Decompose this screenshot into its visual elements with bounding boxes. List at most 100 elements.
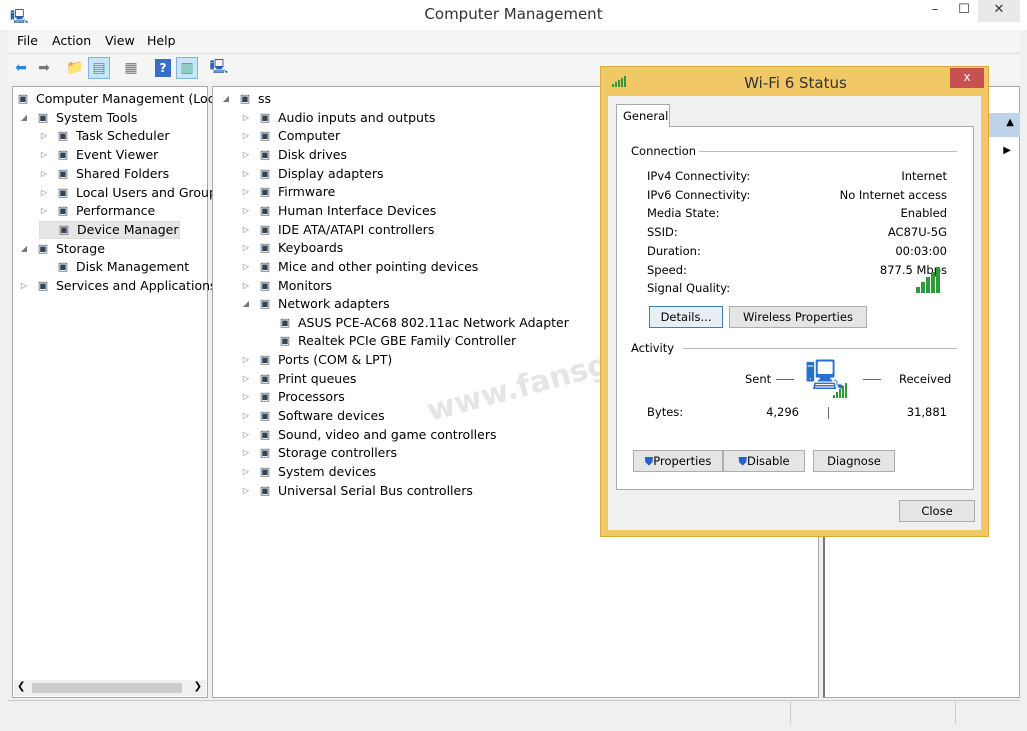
properties-button[interactable]: ⛊Properties (633, 450, 723, 472)
diagnose-button[interactable]: Diagnose (813, 450, 895, 472)
devices-item[interactable]: ▷ ▣ Display adapters (241, 165, 384, 183)
devices-item[interactable]: ▷ ▣ Universal Serial Bus controllers (241, 482, 473, 500)
expand-arrow-icon[interactable]: ▷ (241, 258, 251, 276)
collapse-arrow-icon[interactable]: ◢ (19, 240, 29, 258)
menu-help[interactable]: Help (147, 33, 176, 48)
devices-item[interactable]: ▷ ▣ Sound, video and game controllers (241, 426, 497, 444)
item-label: System devices (278, 464, 377, 479)
devices-item[interactable]: ▷ ▣ Keyboards (241, 239, 343, 257)
more-actions-arrow-icon[interactable]: ▶ (1003, 145, 1011, 156)
expand-arrow-icon[interactable]: ▷ (241, 426, 251, 444)
wireless-properties-button[interactable]: Wireless Properties (729, 306, 867, 328)
devices-item[interactable]: ▷ ▣ Firmware (241, 183, 335, 201)
horizontal-scrollbar[interactable]: ❮ ❯ (14, 680, 206, 696)
tree-item[interactable]: ▷ ▣ Shared Folders (39, 165, 169, 183)
dialog-close-button[interactable]: x (950, 68, 984, 88)
bytes-received-value: 31,881 (906, 405, 947, 419)
tree-item[interactable]: ▷ ▣ Event Viewer (39, 146, 158, 164)
scan-hardware-icon[interactable]: 🖳 (208, 57, 230, 79)
devices-item[interactable]: ▣ Realtek PCIe GBE Family Controller (261, 332, 516, 350)
menu-file[interactable]: File (17, 33, 38, 48)
devices-item[interactable]: ▷ ▣ Storage controllers (241, 444, 397, 462)
devices-item[interactable]: ◢ ▣ ss (221, 90, 271, 108)
dialog-close-text-button[interactable]: Close (899, 500, 975, 522)
expand-arrow-icon[interactable]: ▷ (241, 221, 251, 239)
expand-arrow-icon[interactable]: ▷ (241, 109, 251, 127)
devices-item[interactable]: ▷ ▣ Audio inputs and outputs (241, 109, 435, 127)
tree-item[interactable]: ◢ ▣ System Tools (19, 109, 137, 127)
collapse-arrow-icon[interactable]: ◢ (221, 90, 231, 108)
tab-general[interactable]: General (616, 104, 670, 127)
expand-arrow-icon[interactable]: ▷ (39, 202, 49, 220)
expand-arrow-icon[interactable]: ▷ (241, 146, 251, 164)
expand-arrow-icon[interactable]: ▷ (241, 127, 251, 145)
collapse-arrow-icon[interactable]: ◢ (241, 295, 251, 313)
show-hide-action-pane-icon[interactable]: ▥ (176, 57, 198, 79)
expand-arrow-icon[interactable]: ▷ (241, 277, 251, 295)
scrollbar-thumb[interactable] (32, 683, 182, 693)
scroll-right-icon[interactable]: ❯ (194, 681, 202, 692)
tree-item[interactable]: ▷ ▣ Performance (39, 202, 155, 220)
clock-icon: ▣ (57, 129, 69, 143)
scroll-left-icon[interactable]: ❮ (17, 681, 25, 692)
devices-item[interactable]: ▷ ▣ System devices (241, 463, 376, 481)
help-icon[interactable]: ? (155, 59, 171, 77)
menu-view[interactable]: View (105, 33, 135, 48)
close-button[interactable]: ✕ (978, 0, 1020, 22)
menu-action[interactable]: Action (52, 33, 91, 48)
tree-item[interactable]: ▣ Disk Management (39, 258, 189, 276)
devices-item[interactable]: ▷ ▣ Software devices (241, 407, 385, 425)
devices-item[interactable]: ▷ ▣ Print queues (241, 370, 356, 388)
devices-item[interactable]: ▷ ▣ Mice and other pointing devices (241, 258, 478, 276)
maximize-button[interactable]: ☐ (949, 0, 979, 22)
shield-icon: ⛊ (644, 454, 654, 468)
expand-arrow-icon[interactable]: ▷ (241, 202, 251, 220)
tree-item[interactable]: ▷ ▣ Services and Applications (19, 277, 217, 295)
devices-item[interactable]: ▷ ▣ Computer (241, 127, 340, 145)
expand-arrow-icon[interactable]: ▷ (39, 184, 49, 202)
properties-icon[interactable]: ▦ (120, 57, 142, 79)
expand-arrow-icon[interactable]: ▷ (39, 127, 49, 145)
expand-arrow-icon[interactable]: ▷ (39, 146, 49, 164)
devices-item[interactable]: ▷ ▣ Monitors (241, 277, 332, 295)
details-button[interactable]: Details... (649, 306, 723, 328)
expand-arrow-icon[interactable]: ▷ (241, 388, 251, 406)
minimize-button[interactable]: – (920, 0, 950, 22)
expand-arrow-icon[interactable]: ▷ (241, 370, 251, 388)
status-bar (8, 700, 1020, 724)
tree-item[interactable]: ▷ ▣ Local Users and Groups (39, 184, 223, 202)
device-icon: ▣ (279, 334, 291, 348)
back-arrow-icon[interactable]: ⬅ (10, 57, 32, 79)
devices-item[interactable]: ▷ ▣ Processors (241, 388, 345, 406)
devices-item[interactable]: ▷ ▣ Ports (COM & LPT) (241, 351, 392, 369)
devices-item[interactable]: ◢ ▣ Network adapters (241, 295, 390, 313)
tree-item[interactable]: ▣ Computer Management (Local (0, 90, 226, 108)
disable-button[interactable]: ⛊Disable (723, 450, 805, 472)
expand-arrow-icon[interactable]: ▷ (241, 407, 251, 425)
devices-item[interactable]: ▷ ▣ IDE ATA/ATAPI controllers (241, 221, 434, 239)
tree-item[interactable]: ▣ Device Manager (39, 220, 180, 239)
expand-arrow-icon[interactable]: ▷ (241, 444, 251, 462)
computer-management-icon: ▣ (17, 92, 29, 105)
item-label: Sound, video and game controllers (278, 426, 497, 442)
tree-item[interactable]: ▷ ▣ Task Scheduler (39, 127, 170, 145)
expand-arrow-icon[interactable]: ▷ (241, 165, 251, 183)
expand-arrow-icon[interactable]: ▷ (241, 183, 251, 201)
item-label: Task Scheduler (76, 128, 170, 144)
collapse-icon[interactable]: ▲ (1006, 117, 1014, 128)
show-hide-tree-icon[interactable]: ▤ (88, 57, 110, 79)
expand-arrow-icon[interactable]: ▷ (241, 463, 251, 481)
devices-item[interactable]: ▣ ASUS PCE-AC68 802.11ac Network Adapter (261, 314, 569, 332)
device-icon: ▣ (259, 483, 271, 497)
expand-arrow-icon[interactable]: ▷ (19, 277, 29, 295)
devices-item[interactable]: ▷ ▣ Human Interface Devices (241, 202, 436, 220)
expand-arrow-icon[interactable]: ▷ (39, 165, 49, 183)
forward-arrow-icon[interactable]: ➡ (33, 57, 55, 79)
expand-arrow-icon[interactable]: ▷ (241, 482, 251, 500)
tree-item[interactable]: ◢ ▣ Storage (19, 240, 105, 258)
expand-arrow-icon[interactable]: ▷ (241, 351, 251, 369)
expand-arrow-icon[interactable]: ▷ (241, 239, 251, 257)
devices-item[interactable]: ▷ ▣ Disk drives (241, 146, 347, 164)
up-folder-icon[interactable]: 📁 (64, 57, 86, 79)
collapse-arrow-icon[interactable]: ◢ (19, 109, 29, 127)
